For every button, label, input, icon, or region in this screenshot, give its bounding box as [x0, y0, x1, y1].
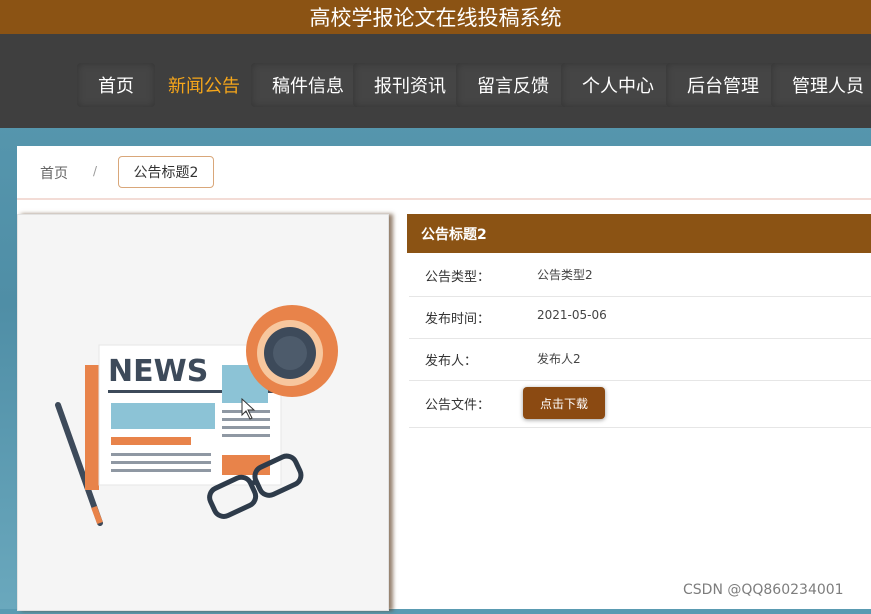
notice-detail: 公告标题2 公告类型： 公告类型2 发布时间： 2021-05-06 发布人： … — [407, 214, 871, 609]
detail-row-publisher: 发布人： 发布人2 — [409, 338, 871, 381]
row-value: 2021-05-06 — [537, 308, 607, 322]
breadcrumb-current: 公告标题2 — [118, 156, 214, 188]
main-nav: 首页 新闻公告 稿件信息 报刊资讯 留言反馈 个人中心 后台管理 管理人员 — [0, 34, 871, 128]
row-label: 公告文件： — [425, 398, 491, 413]
row-label: 公告类型： — [425, 270, 491, 285]
nav-item-journal-info[interactable]: 报刊资讯 — [353, 63, 467, 107]
row-value: 公告类型2 — [537, 268, 593, 282]
content-panel: 首页 / 公告标题2 NEWS 公告标题2 公告类型： 公告类型2 发布时间： … — [17, 146, 871, 611]
nav-item-news[interactable]: 新闻公告 — [145, 63, 263, 107]
row-label: 发布时间： — [425, 312, 491, 327]
detail-row-file: 公告文件： 点击下载 — [409, 380, 871, 428]
nav-item-profile[interactable]: 个人中心 — [561, 63, 675, 107]
site-title: 高校学报论文在线投稿系统 — [0, 0, 871, 34]
news-heading-text: NEWS — [108, 354, 208, 389]
news-image: NEWS — [17, 214, 389, 611]
detail-row-type: 公告类型： 公告类型2 — [409, 254, 871, 297]
row-value: 发布人2 — [537, 352, 581, 366]
nav-item-feedback[interactable]: 留言反馈 — [456, 63, 570, 107]
news-illustration: NEWS — [55, 305, 338, 526]
breadcrumb-home[interactable]: 首页 — [40, 163, 68, 183]
nav-item-manuscripts[interactable]: 稿件信息 — [251, 63, 365, 107]
nav-item-admin[interactable]: 后台管理 — [666, 63, 780, 107]
row-label: 发布人： — [425, 354, 478, 369]
nav-item-home[interactable]: 首页 — [77, 63, 155, 107]
download-button[interactable]: 点击下载 — [523, 387, 605, 419]
detail-row-publish-time: 发布时间： 2021-05-06 — [409, 296, 871, 339]
watermark: CSDN @QQ860234001 — [683, 582, 844, 598]
breadcrumb-separator: / — [93, 164, 98, 178]
breadcrumb: 首页 / 公告标题2 — [17, 146, 871, 200]
notice-title: 公告标题2 — [407, 214, 871, 253]
nav-item-managers[interactable]: 管理人员 — [771, 63, 871, 107]
